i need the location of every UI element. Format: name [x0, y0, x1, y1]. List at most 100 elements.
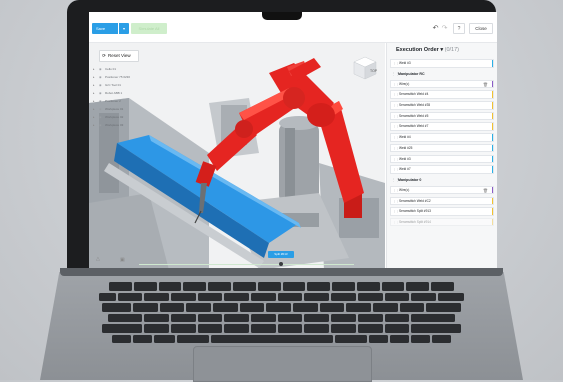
- key: [133, 282, 157, 291]
- tree-item[interactable]: ▸ ◉ Workpiece 02: [93, 113, 153, 121]
- key: [346, 303, 372, 312]
- execution-item[interactable]: ⋮⋮ Seramstitch Weld #7: [390, 122, 494, 131]
- redo-icon: ↷: [441, 25, 448, 32]
- execution-item-label: Wire(c): [399, 187, 410, 192]
- close-button[interactable]: Close: [469, 23, 493, 34]
- key: [108, 313, 143, 322]
- key: [211, 334, 333, 343]
- key: [153, 334, 175, 343]
- reset-view-button[interactable]: ⟳ Reset View: [99, 50, 139, 62]
- key: [390, 334, 410, 343]
- trash-icon[interactable]: 🗑: [483, 81, 488, 88]
- drag-handle-icon[interactable]: ⋮⋮: [393, 187, 399, 194]
- tree-item[interactable]: ▸ ◉ Workpiece 01: [93, 105, 153, 113]
- execution-item[interactable]: ⋮⋮ Weld #3: [390, 154, 494, 163]
- tree-item[interactable]: ▸ ◉ Robot ABB 1: [93, 89, 153, 97]
- execution-group[interactable]: ⋮⋮ Manipulator 0: [390, 176, 494, 184]
- drag-handle-icon[interactable]: ⋮⋮: [393, 208, 399, 215]
- type-color-bar: [491, 186, 493, 194]
- rotate-icon: ⟳: [102, 53, 106, 58]
- drag-handle-icon[interactable]: ⋮⋮: [393, 102, 399, 109]
- execution-item[interactable]: ⋮⋮ Seramstitch Weld #C2: [390, 196, 494, 206]
- key: [144, 313, 169, 322]
- save-dropdown-button[interactable]: ▾: [119, 23, 129, 34]
- drag-handle-icon[interactable]: ⋮⋮: [393, 81, 399, 88]
- key: [266, 303, 291, 312]
- drag-handle-icon[interactable]: ⋮⋮: [393, 219, 399, 226]
- tree-item[interactable]: ▸ ◉ GrC Tool 01: [93, 81, 153, 89]
- execution-item[interactable]: ⋮⋮ Seramstitch Split #914: [390, 217, 494, 227]
- drag-handle-icon[interactable]: ⋮⋮: [393, 134, 399, 141]
- key: [293, 303, 318, 312]
- key: [304, 313, 330, 322]
- drag-handle-icon[interactable]: ⋮⋮: [393, 91, 399, 98]
- timeline-label: Split #013: [267, 251, 294, 258]
- 3d-viewport[interactable]: ⟳ Reset View ▸ ◉ Cello 01 ▸ ◉ Positioner 75 0…: [89, 43, 385, 270]
- drag-handle-icon[interactable]: ⋮⋮: [393, 60, 399, 67]
- type-color-bar: [491, 60, 493, 67]
- execution-item-label: Seramstitch Weld #C2: [399, 198, 431, 203]
- execution-item[interactable]: ⋮⋮ Weld #7: [390, 165, 494, 174]
- execution-item[interactable]: ⋮⋮ Seramstitch Weld #5: [390, 111, 494, 121]
- key: [411, 313, 455, 322]
- key: [251, 313, 276, 322]
- execution-group[interactable]: ⋮⋮ Manipulator RC: [390, 70, 494, 78]
- save-button[interactable]: Save: [92, 23, 118, 34]
- key: [277, 324, 303, 333]
- tree-item[interactable]: ▸ ◉ Positioner 2: [93, 97, 153, 105]
- execution-list: ⋮⋮ Weld #3 ⋮⋮ Manipulator RC ⋮⋮ Wire(c) 🗑 ⋮⋮ Ser…: [390, 59, 494, 229]
- execution-item[interactable]: ⋮⋮ Seramstitch Weld #35: [390, 101, 494, 110]
- warning-icon[interactable]: △: [96, 256, 100, 262]
- execution-item[interactable]: ⋮⋮ Weld #3: [390, 59, 494, 68]
- view-cube[interactable]: TOP: [352, 55, 378, 81]
- key: [357, 313, 383, 322]
- execution-item-label: Weld #4: [399, 135, 411, 140]
- execution-item[interactable]: ⋮⋮ Seramstitch Weld #4: [390, 90, 494, 99]
- tree-item[interactable]: ▸ ◉ Positioner 75 0230: [93, 73, 153, 81]
- redo-button[interactable]: ↷: [439, 23, 450, 34]
- execution-item[interactable]: ⋮⋮ Wire(c) 🗑: [390, 185, 494, 195]
- type-color-bar: [491, 155, 493, 162]
- key: [132, 334, 152, 343]
- list-fade: [387, 250, 497, 270]
- execution-item[interactable]: ⋮⋮ Seramstitch Split #913: [390, 207, 494, 216]
- simulate-button[interactable]: Simulate All: [131, 23, 167, 34]
- execution-item[interactable]: ⋮⋮ Weld #25: [390, 143, 494, 153]
- key: [197, 292, 223, 301]
- help-button[interactable]: ?: [453, 23, 465, 34]
- key: [159, 303, 185, 312]
- key: [224, 313, 250, 322]
- keyboard-row: [70, 334, 493, 343]
- execution-order-header[interactable]: Execution Order ▾ (0/17): [387, 43, 497, 57]
- drag-handle-icon[interactable]: ⋮⋮: [393, 113, 399, 120]
- drag-handle-icon[interactable]: ⋮⋮: [392, 176, 399, 184]
- drag-handle-icon[interactable]: ⋮⋮: [393, 123, 399, 130]
- execution-item[interactable]: ⋮⋮ Weld #4: [390, 133, 494, 142]
- execution-item-label: Weld #25: [399, 145, 413, 150]
- scene-tree: ▸ ◉ Cello 01 ▸ ◉ Positioner 75 0230 ▸ ◉ GrC To…: [93, 65, 153, 129]
- keyboard: [70, 282, 493, 343]
- group-label: Manipulator RC: [398, 71, 425, 76]
- execution-order-panel: Execution Order ▾ (0/17) ⋮⋮ Weld #3 ⋮⋮ Mani…: [386, 43, 497, 270]
- timeline-track[interactable]: [139, 264, 354, 265]
- trash-icon[interactable]: 🗑: [483, 187, 488, 194]
- tree-item[interactable]: ▸ ◉ Workpiece 03: [93, 121, 153, 129]
- drag-handle-icon[interactable]: ⋮⋮: [393, 198, 399, 205]
- drag-handle-icon[interactable]: ⋮⋮: [393, 145, 399, 152]
- drag-handle-icon[interactable]: ⋮⋮: [392, 70, 399, 78]
- timeline-thumb[interactable]: [278, 262, 283, 266]
- key: [282, 282, 306, 291]
- key: [257, 282, 281, 291]
- drag-handle-icon[interactable]: ⋮⋮: [393, 166, 399, 173]
- tree-item[interactable]: ▸ ◉ Cello 01: [93, 65, 153, 73]
- drag-handle-icon[interactable]: ⋮⋮: [393, 156, 399, 163]
- key: [399, 303, 425, 312]
- execution-item-label: Seramstitch Split #914: [399, 219, 431, 224]
- timeline[interactable]: Split #013: [119, 251, 369, 266]
- execution-item[interactable]: ⋮⋮ Wire(c) 🗑: [390, 79, 494, 89]
- key: [144, 292, 169, 301]
- type-color-bar: [491, 134, 493, 141]
- key: [437, 292, 465, 301]
- key: [406, 282, 430, 291]
- key: [224, 324, 250, 333]
